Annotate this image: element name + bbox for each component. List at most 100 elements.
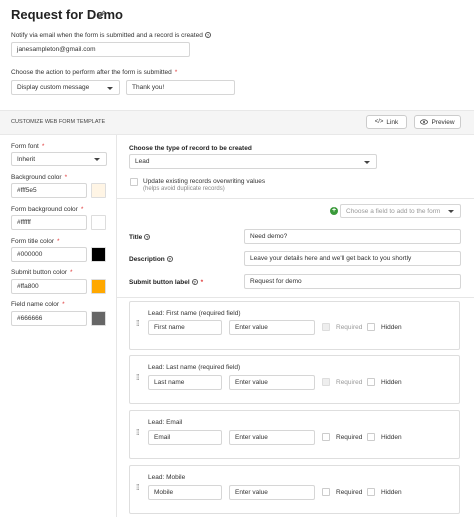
field-name-color-label: Field name color * bbox=[11, 301, 65, 308]
hidden-label: Hidden bbox=[381, 324, 402, 331]
hidden-checkbox[interactable] bbox=[367, 323, 375, 331]
required-mark: * bbox=[80, 206, 84, 213]
required-mark: * bbox=[200, 279, 204, 286]
action-label-text: Choose the action to perform after the f… bbox=[11, 69, 172, 76]
field-card[interactable]: ⁞⁞ Lead: Email Email Enter value Require… bbox=[129, 410, 460, 459]
font-label-text: Form font bbox=[11, 143, 39, 150]
field-card-title: Lead: Mobile bbox=[148, 474, 186, 481]
record-type-label: Choose the type of record to be created bbox=[129, 145, 252, 152]
title-color-label-text: Form title color bbox=[11, 238, 54, 245]
bg-color-input[interactable]: #fff5e5 bbox=[11, 183, 87, 198]
hidden-label: Hidden bbox=[381, 379, 402, 386]
submit-color-label: Submit button color * bbox=[11, 269, 73, 276]
field-card[interactable]: ⁞⁞ Lead: Last name (required field) Last… bbox=[129, 355, 460, 404]
form-bg-color-swatch[interactable] bbox=[91, 215, 106, 230]
add-field-select[interactable]: Choose a field to add to the form bbox=[340, 204, 461, 218]
required-label: Required bbox=[336, 489, 363, 496]
notify-label: Notify via email when the form is submit… bbox=[11, 32, 211, 39]
drag-handle-icon[interactable]: ⁞⁞ bbox=[136, 428, 140, 437]
action-label: Choose the action to perform after the f… bbox=[11, 69, 177, 76]
field-name-input[interactable]: Email bbox=[148, 430, 222, 445]
bg-color-label-text: Background color bbox=[11, 174, 62, 181]
form-description-input[interactable]: Leave your details here and we'll get ba… bbox=[244, 251, 461, 266]
submit-color-label-text: Submit button color bbox=[11, 269, 68, 276]
required-mark: * bbox=[70, 269, 73, 276]
hidden-label: Hidden bbox=[381, 489, 402, 496]
divider bbox=[117, 198, 474, 199]
eye-icon bbox=[420, 119, 429, 125]
field-name-color-label-text: Field name color bbox=[11, 301, 60, 308]
action-select[interactable]: Display custom message bbox=[11, 80, 120, 95]
title-color-label: Form title color * bbox=[11, 238, 60, 245]
notify-label-text: Notify via email when the form is submit… bbox=[11, 32, 203, 39]
drag-handle-icon[interactable]: ⁞⁞ bbox=[136, 319, 140, 328]
link-button[interactable]: </> Link bbox=[366, 115, 407, 129]
hidden-checkbox[interactable] bbox=[367, 378, 375, 386]
form-title-input[interactable]: Need demo? bbox=[244, 229, 461, 244]
field-card[interactable]: ⁞⁞ Lead: First name (required field) Fir… bbox=[129, 301, 460, 350]
divider bbox=[117, 297, 474, 298]
field-name-color-swatch[interactable] bbox=[91, 311, 106, 326]
record-type-select[interactable]: Lead bbox=[129, 154, 377, 169]
title-color-input[interactable]: #000000 bbox=[11, 247, 87, 262]
font-select[interactable]: Inherit bbox=[11, 152, 107, 166]
field-name-input[interactable]: Mobile bbox=[148, 485, 222, 500]
form-bg-color-input[interactable]: #ffffff bbox=[11, 215, 87, 230]
font-label: Form font * bbox=[11, 143, 44, 150]
form-bg-color-label: Form background color * bbox=[11, 206, 83, 213]
field-placeholder-input[interactable]: Enter value bbox=[229, 320, 315, 335]
link-button-label: Link bbox=[386, 118, 399, 126]
info-icon: ? bbox=[144, 234, 151, 241]
field-name-color-input[interactable]: #666666 bbox=[11, 311, 87, 326]
edit-pencil-icon[interactable] bbox=[97, 9, 107, 19]
info-icon: ? bbox=[166, 256, 173, 263]
field-name-input[interactable]: Last name bbox=[148, 375, 222, 390]
required-mark: * bbox=[62, 301, 65, 308]
field-placeholder-input[interactable]: Enter value bbox=[229, 430, 315, 445]
submit-color-swatch[interactable] bbox=[91, 279, 106, 294]
field-placeholder-input[interactable]: Enter value bbox=[229, 485, 315, 500]
info-icon: ? bbox=[204, 32, 211, 39]
required-label: Required bbox=[336, 324, 363, 331]
form-bg-color-label-text: Form background color bbox=[11, 206, 78, 213]
preview-button-label: Preview bbox=[431, 118, 455, 126]
submit-label-input[interactable]: Request for demo bbox=[244, 274, 461, 289]
field-card-title: Lead: First name (required field) bbox=[148, 310, 241, 317]
drag-handle-icon[interactable]: ⁞⁞ bbox=[136, 373, 140, 382]
notify-email-input[interactable]: janesampleton@gmail.com bbox=[11, 42, 190, 57]
required-mark: * bbox=[41, 143, 45, 150]
required-mark: * bbox=[174, 69, 178, 76]
required-mark: * bbox=[64, 174, 68, 181]
required-label: Required bbox=[336, 434, 363, 441]
field-card-title: Lead: Last name (required field) bbox=[148, 364, 241, 371]
hidden-label: Hidden bbox=[381, 434, 402, 441]
field-card[interactable]: ⁞⁞ Lead: Mobile Mobile Enter value Requi… bbox=[129, 465, 460, 514]
submit-label-field-label-text: Submit button label bbox=[129, 279, 190, 286]
field-name-input[interactable]: First name bbox=[148, 320, 222, 335]
customize-title: CUSTOMIZE WEB FORM TEMPLATE bbox=[11, 119, 106, 125]
add-field-icon[interactable]: + bbox=[330, 207, 338, 215]
required-checkbox bbox=[322, 378, 330, 386]
update-records-label: Update existing records overwriting valu… bbox=[143, 178, 266, 185]
description-field-label: Description? bbox=[129, 256, 173, 263]
required-checkbox[interactable] bbox=[322, 488, 330, 496]
description-field-label-text: Description bbox=[129, 256, 165, 263]
field-card-title: Lead: Email bbox=[148, 419, 183, 426]
submit-color-input[interactable]: #ffa800 bbox=[11, 279, 87, 294]
preview-button[interactable]: Preview bbox=[414, 115, 461, 129]
code-icon: </> bbox=[374, 119, 384, 125]
bg-color-swatch[interactable] bbox=[91, 183, 106, 198]
hidden-checkbox[interactable] bbox=[367, 488, 375, 496]
required-label: Required bbox=[336, 379, 363, 386]
info-icon: ? bbox=[191, 279, 198, 286]
title-field-label: Title? bbox=[129, 234, 151, 241]
required-checkbox bbox=[322, 323, 330, 331]
update-records-hint: (helps avoid duplicate records) bbox=[143, 186, 225, 192]
update-records-checkbox[interactable] bbox=[130, 178, 138, 186]
custom-message-input[interactable]: Thank you! bbox=[126, 80, 235, 95]
field-placeholder-input[interactable]: Enter value bbox=[229, 375, 315, 390]
hidden-checkbox[interactable] bbox=[367, 433, 375, 441]
drag-handle-icon[interactable]: ⁞⁞ bbox=[136, 483, 140, 492]
title-color-swatch[interactable] bbox=[91, 247, 106, 262]
required-checkbox[interactable] bbox=[322, 433, 330, 441]
